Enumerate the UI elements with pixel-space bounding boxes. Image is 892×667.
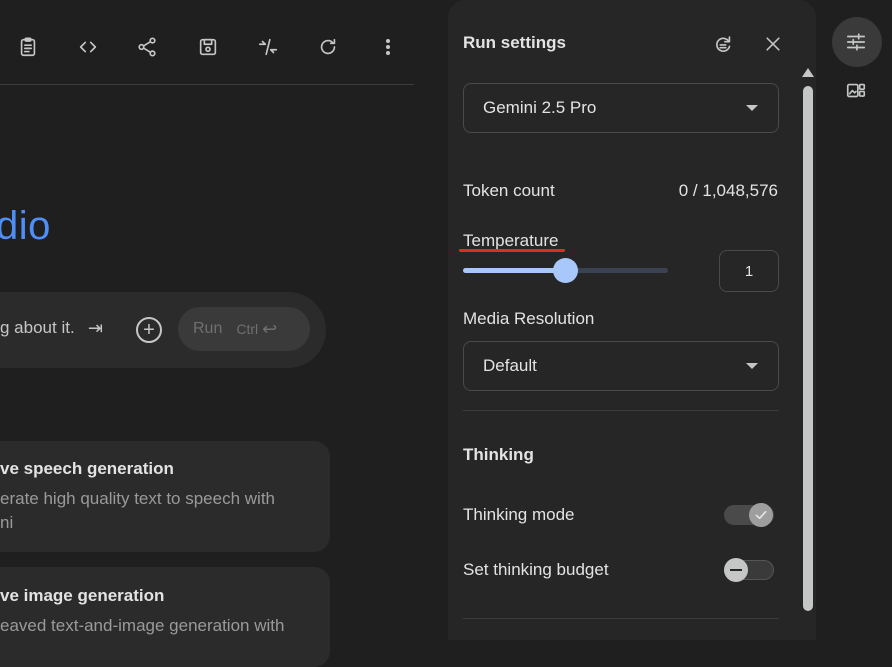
thinking-budget-toggle-knob [724, 558, 748, 582]
minus-icon [730, 569, 742, 571]
reset-settings-icon[interactable] [710, 31, 736, 57]
thinking-budget-label: Set thinking budget [463, 560, 609, 579]
dropdown-arrow-icon [746, 105, 758, 111]
tune-icon [843, 29, 869, 55]
return-icon: ↩ [262, 318, 278, 339]
card-desc-line1: eaved text-and-image generation with [0, 616, 285, 635]
scrollbar-thumb[interactable] [803, 86, 813, 611]
model-select[interactable]: Gemini 2.5 Pro [463, 83, 779, 133]
plus-icon: + [143, 319, 155, 341]
run-button[interactable]: Run Ctrl ↩ [178, 307, 310, 351]
dropdown-arrow-icon [746, 363, 758, 369]
tab-key-icon: ⇥ [88, 318, 104, 338]
divider [463, 410, 779, 411]
temperature-input[interactable]: 1 [719, 250, 779, 292]
close-icon[interactable] [760, 31, 786, 57]
check-icon [755, 510, 767, 520]
annotation-underline [459, 249, 565, 252]
toolbar [0, 0, 414, 85]
run-shortcut: Ctrl [236, 321, 259, 337]
clipboard-icon[interactable] [15, 34, 41, 60]
scroll-up-arrow-icon[interactable] [802, 68, 814, 77]
temperature-label: Temperature [463, 231, 559, 250]
media-gallery-icon[interactable] [843, 78, 869, 104]
media-resolution-select[interactable]: Default [463, 341, 779, 391]
card-desc-line1: erate high quality text to speech with [0, 489, 275, 508]
panel-title: Run settings [463, 33, 566, 52]
card-desc-line2: ni [0, 513, 14, 532]
prompt-input[interactable]: g about it. [0, 318, 75, 338]
media-resolution-label: Media Resolution [463, 309, 595, 328]
thinking-heading: Thinking [463, 445, 534, 464]
thinking-mode-label: Thinking mode [463, 505, 575, 524]
run-label: Run [193, 320, 223, 337]
media-resolution-value: Default [483, 356, 537, 375]
feature-card-image[interactable]: ve image generation eaved text-and-image… [0, 567, 330, 667]
page-title: dio [0, 204, 51, 248]
token-count-label: Token count [463, 181, 555, 200]
feature-card-speech[interactable]: ve speech generation erate high quality … [0, 441, 330, 552]
thinking-mode-toggle-knob [749, 503, 773, 527]
temperature-slider-thumb[interactable] [553, 258, 578, 283]
add-content-button[interactable]: + [136, 317, 162, 343]
more-vert-icon[interactable] [375, 34, 401, 60]
card-title: ve image generation [0, 586, 165, 605]
refresh-icon[interactable] [315, 34, 341, 60]
divider [463, 618, 779, 619]
save-icon[interactable] [195, 34, 221, 60]
card-title: ve speech generation [0, 459, 174, 478]
model-select-value: Gemini 2.5 Pro [483, 98, 597, 117]
share-icon[interactable] [134, 34, 160, 60]
code-icon[interactable] [75, 34, 101, 60]
compare-icon[interactable] [255, 34, 281, 60]
temperature-slider-fill [463, 268, 566, 273]
token-count-value: 0 / 1,048,576 [678, 181, 778, 200]
